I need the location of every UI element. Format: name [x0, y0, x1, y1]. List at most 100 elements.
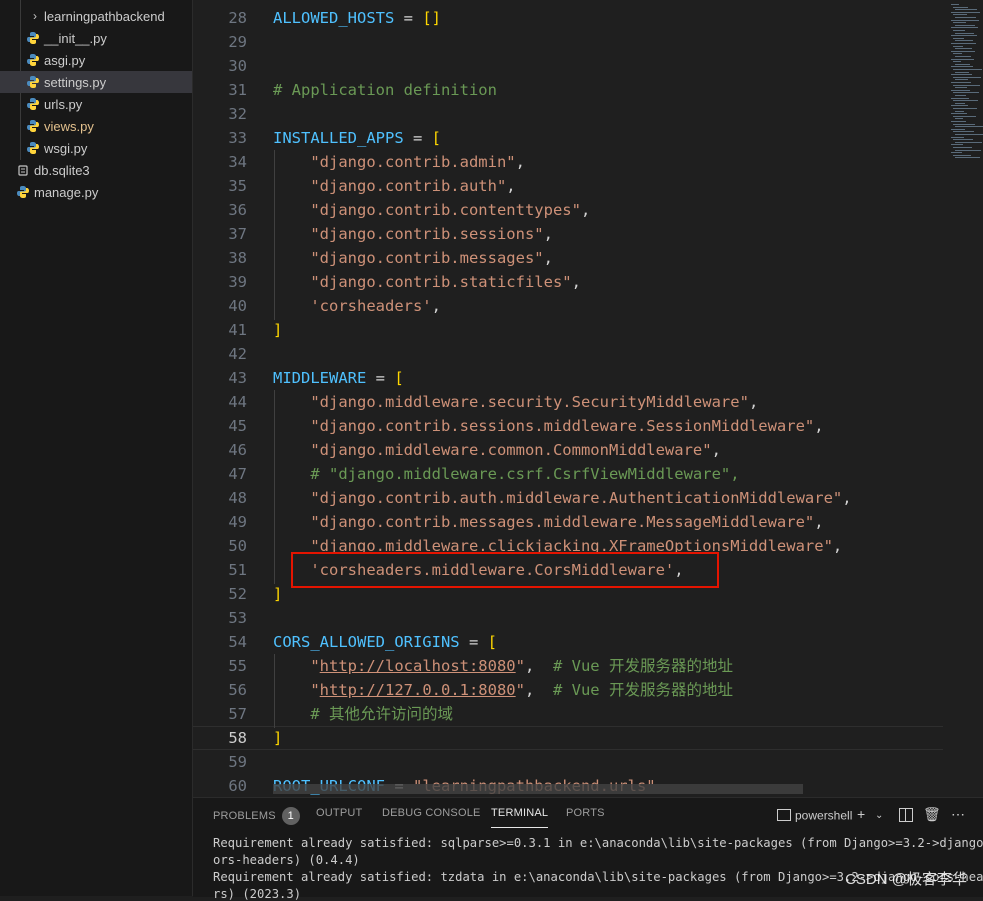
explorer-item-label: urls.py [44, 96, 83, 112]
code-line[interactable]: 32 [193, 102, 943, 126]
explorer-item[interactable]: wsgi.py [0, 137, 192, 159]
minimap-line [955, 118, 963, 120]
code-token: , [431, 297, 441, 315]
code-token: , [543, 225, 553, 243]
bracket-guide [274, 654, 275, 728]
line-number: 38 [228, 249, 247, 267]
code-token: http://localhost:8080 [319, 657, 516, 675]
code-line[interactable]: 55 "http://localhost:8080", # Vue 开发服务器的… [193, 654, 943, 678]
minimap[interactable] [943, 0, 983, 797]
code-line[interactable]: 45 "django.contrib.sessions.middleware.S… [193, 414, 943, 438]
python-icon [26, 53, 40, 67]
minimap-line [951, 19, 979, 21]
explorer-item[interactable]: urls.py [0, 93, 192, 115]
explorer-item[interactable]: views.py1 [0, 115, 192, 137]
minimap-line [955, 110, 964, 112]
minimap-line [953, 69, 982, 70]
explorer-item[interactable]: › learningpathbackend [0, 5, 192, 27]
panel-tab-ports[interactable]: PORTS [566, 807, 605, 827]
new-terminal-icon[interactable]: + [857, 806, 865, 822]
code-line[interactable]: 56 "http://127.0.0.1:8080", # Vue 开发服务器的… [193, 678, 943, 702]
code-line[interactable]: 38 "django.contrib.messages", [193, 246, 943, 270]
code-text: "django.contrib.sessions", [273, 222, 553, 246]
code-line[interactable]: 49 "django.contrib.messages.middleware.M… [193, 510, 943, 534]
code-token: , [571, 273, 581, 291]
panel-tab-problems[interactable]: PROBLEMS 1 [213, 807, 300, 827]
line-number: 55 [228, 657, 247, 675]
panel-tab-label: DEBUG CONSOLE [382, 807, 481, 820]
code-line[interactable]: 48 "django.contrib.auth.middleware.Authe… [193, 486, 943, 510]
code-line[interactable]: 31 # Application definition [193, 78, 943, 102]
code-line[interactable]: 43 MIDDLEWARE = [ [193, 366, 943, 390]
code-line[interactable]: 42 [193, 342, 943, 366]
line-number: 39 [228, 273, 247, 291]
panel-tab-terminal[interactable]: TERMINAL [491, 807, 549, 828]
code-line[interactable]: 29 [193, 30, 943, 54]
code-token: = [403, 129, 432, 147]
code-token: "django.middleware.common.CommonMiddlewa… [310, 441, 712, 459]
explorer-item[interactable]: settings.py [0, 71, 192, 93]
minimap-line [953, 92, 979, 94]
minimap-line [955, 95, 966, 96]
bracket-guide [274, 390, 275, 584]
line-number: 58 [228, 729, 247, 747]
code-line[interactable]: 53 [193, 606, 943, 630]
explorer-item[interactable]: db.sqlite3 [0, 159, 192, 181]
code-line[interactable]: 58] [193, 726, 943, 750]
code-line[interactable]: 44 "django.middleware.security.SecurityM… [193, 390, 943, 414]
line-number: 44 [228, 393, 247, 411]
code-line[interactable]: 54 CORS_ALLOWED_ORIGINS = [ [193, 630, 943, 654]
code-line[interactable]: 34 "django.contrib.admin", [193, 150, 943, 174]
code-line[interactable]: 46 "django.middleware.common.CommonMiddl… [193, 438, 943, 462]
code-line[interactable]: 57 # 其他允许访问的域 [193, 702, 943, 726]
line-number: 40 [228, 297, 247, 315]
code-token: [ [394, 369, 404, 387]
panel-tab-output[interactable]: OUTPUT [316, 807, 362, 827]
horizontal-scrollbar[interactable] [273, 784, 803, 794]
code-line[interactable]: 37 "django.contrib.sessions", [193, 222, 943, 246]
code-line[interactable]: 40 'corsheaders', [193, 294, 943, 318]
code-line[interactable]: 41] [193, 318, 943, 342]
split-terminal-icon[interactable] [899, 808, 913, 822]
code-line[interactable]: 28 ALLOWED_HOSTS = [] [193, 6, 943, 30]
terminal-profile[interactable]: powershell [777, 806, 852, 822]
panel-tab-debug-console[interactable]: DEBUG CONSOLE [382, 807, 481, 827]
line-number: 50 [228, 537, 247, 555]
panel-tab-label: OUTPUT [316, 807, 363, 820]
code-line[interactable]: 59 [193, 750, 943, 774]
line-number: 32 [228, 105, 247, 123]
code-text: 'corsheaders', [273, 294, 441, 318]
code-line[interactable]: 47 # "django.middleware.csrf.CsrfViewMid… [193, 462, 943, 486]
code-line[interactable]: 30 [193, 54, 943, 78]
code-editor[interactable]: 28 ALLOWED_HOSTS = [] 29 30 31 # Application … [193, 0, 983, 797]
code-text: "django.contrib.contenttypes", [273, 198, 590, 222]
minimap-line [951, 152, 962, 154]
minimap-line [951, 113, 967, 115]
explorer-item[interactable]: asgi.py [0, 49, 192, 71]
code-line[interactable]: 35 "django.contrib.auth", [193, 174, 943, 198]
code-token: "django.contrib.auth.middleware.Authenti… [310, 489, 843, 507]
minimap-line [955, 141, 982, 143]
chevron-down-icon[interactable]: ⌄ [875, 810, 883, 821]
code-line[interactable]: 36 "django.contrib.contenttypes", [193, 198, 943, 222]
panel-tab-label: PORTS [566, 807, 605, 820]
code-line[interactable]: 33 INSTALLED_APPS = [ [193, 126, 943, 150]
explorer-item-label: learningpathbackend [44, 8, 165, 24]
code-line[interactable]: 39 "django.contrib.staticfiles", [193, 270, 943, 294]
line-number: 59 [228, 753, 247, 771]
code-text: "django.middleware.security.SecurityMidd… [273, 390, 758, 414]
minimap-line [951, 89, 970, 91]
code-text: CORS_ALLOWED_ORIGINS = [ [273, 630, 497, 654]
trash-icon[interactable]: 🗑 [923, 806, 941, 823]
explorer-item[interactable]: __init__.py [0, 27, 192, 49]
explorer-item[interactable]: manage.py [0, 181, 192, 203]
minimap-line [951, 50, 975, 52]
line-number: 35 [228, 177, 247, 195]
more-actions-icon[interactable]: ⋯ [951, 806, 965, 823]
